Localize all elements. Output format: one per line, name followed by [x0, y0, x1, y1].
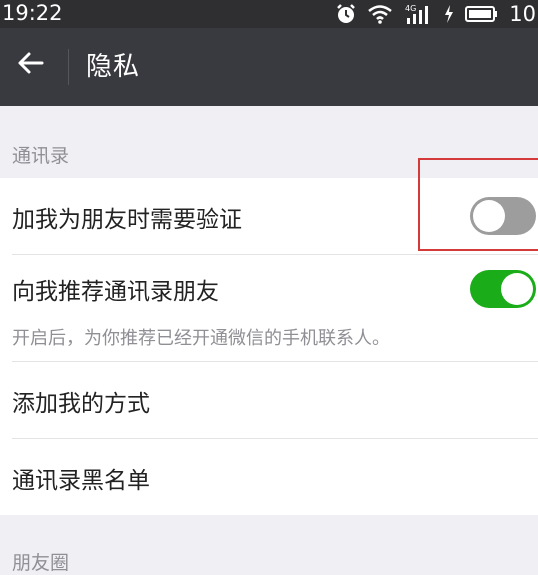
charging-icon	[443, 4, 455, 24]
back-button[interactable]	[8, 43, 52, 87]
app-bar: 隐私	[0, 28, 538, 106]
toggle-knob	[473, 200, 505, 232]
verify-friend-toggle[interactable]	[470, 197, 536, 235]
wifi-icon	[367, 4, 393, 24]
back-arrow-icon	[16, 51, 44, 79]
network-type-label: 4G	[405, 4, 416, 13]
signal-icon: 4G	[403, 3, 433, 25]
alarm-icon	[335, 3, 357, 25]
contacts-settings-card: 加我为朋友时需要验证 向我推荐通讯录朋友 开启后，为你推荐已经开通微信的手机联系…	[0, 178, 538, 515]
status-icons: 4G 10	[335, 0, 538, 28]
row-verify-friend[interactable]: 加我为朋友时需要验证	[0, 178, 538, 254]
toggle-knob	[501, 273, 533, 305]
row-verify-friend-label: 加我为朋友时需要验证	[12, 207, 242, 233]
recommend-contacts-description: 开启后，为你推荐已经开通微信的手机联系人。	[12, 328, 390, 349]
row-add-methods-label: 添加我的方式	[12, 391, 150, 417]
recommend-contacts-toggle[interactable]	[470, 270, 536, 308]
status-time: 19:22	[2, 1, 63, 25]
section-header-contacts: 通讯录	[12, 145, 70, 167]
row-recommend-contacts-label: 向我推荐通讯录朋友	[12, 279, 219, 305]
status-bar: 19:22 4G 10	[0, 0, 538, 28]
row-blacklist[interactable]: 通讯录黑名单	[0, 439, 538, 515]
row-recommend-contacts[interactable]: 向我推荐通讯录朋友 开启后，为你推荐已经开通微信的手机联系人。	[0, 255, 538, 361]
row-add-methods[interactable]: 添加我的方式	[0, 362, 538, 438]
section-header-moments: 朋友圈	[12, 552, 70, 574]
page-title: 隐私	[86, 52, 141, 82]
row-blacklist-label: 通讯录黑名单	[12, 468, 150, 494]
battery-level-text: 10	[509, 2, 536, 26]
app-bar-divider	[68, 49, 69, 85]
battery-icon	[465, 5, 499, 23]
